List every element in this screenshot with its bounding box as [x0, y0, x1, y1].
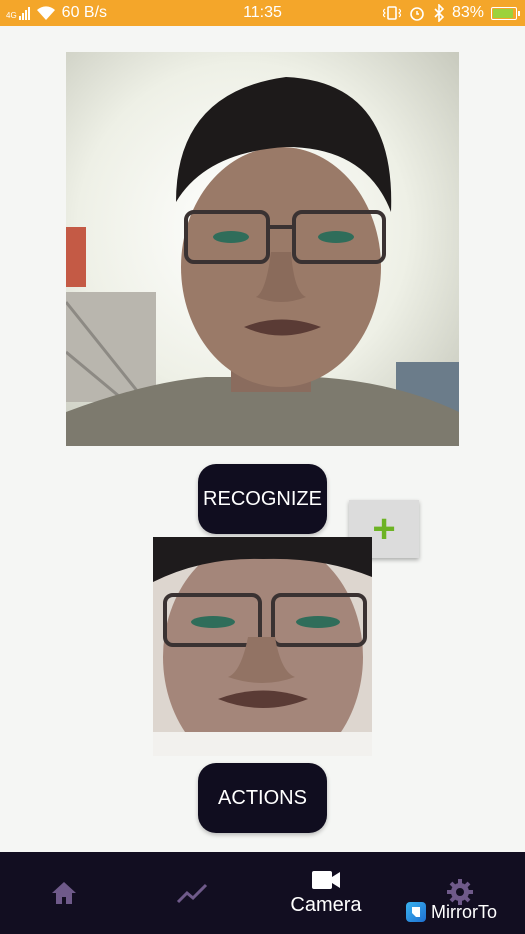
nav-statistics[interactable] — [162, 852, 222, 934]
status-right: 83% — [382, 4, 520, 22]
battery-icon — [491, 6, 520, 20]
home-icon — [52, 882, 76, 904]
nav-camera-label: Camera — [290, 893, 362, 916]
camera-preview-image — [66, 52, 459, 446]
mirrorto-logo-icon — [406, 902, 426, 922]
nav-home[interactable] — [34, 852, 94, 934]
bluetooth-icon — [434, 4, 445, 22]
recognize-button[interactable]: RECOGNIZE — [198, 464, 327, 534]
nav-camera[interactable]: Camera — [276, 852, 376, 934]
mirrorto-text: MirrorTo — [431, 901, 497, 922]
actions-button[interactable]: ACTIONS — [198, 763, 327, 833]
trending-icon — [176, 883, 208, 904]
battery-percent: 83% — [451, 4, 484, 21]
alarm-icon — [410, 7, 424, 21]
camera-icon — [312, 870, 340, 889]
plus-icon: + — [372, 507, 396, 551]
vibrate-icon — [382, 6, 401, 20]
mirrorto-watermark: MirrorTo — [406, 897, 518, 927]
cropped-face-image — [153, 537, 372, 756]
status-bar: 4G 60 B/s 11:35 83% — [0, 0, 525, 26]
